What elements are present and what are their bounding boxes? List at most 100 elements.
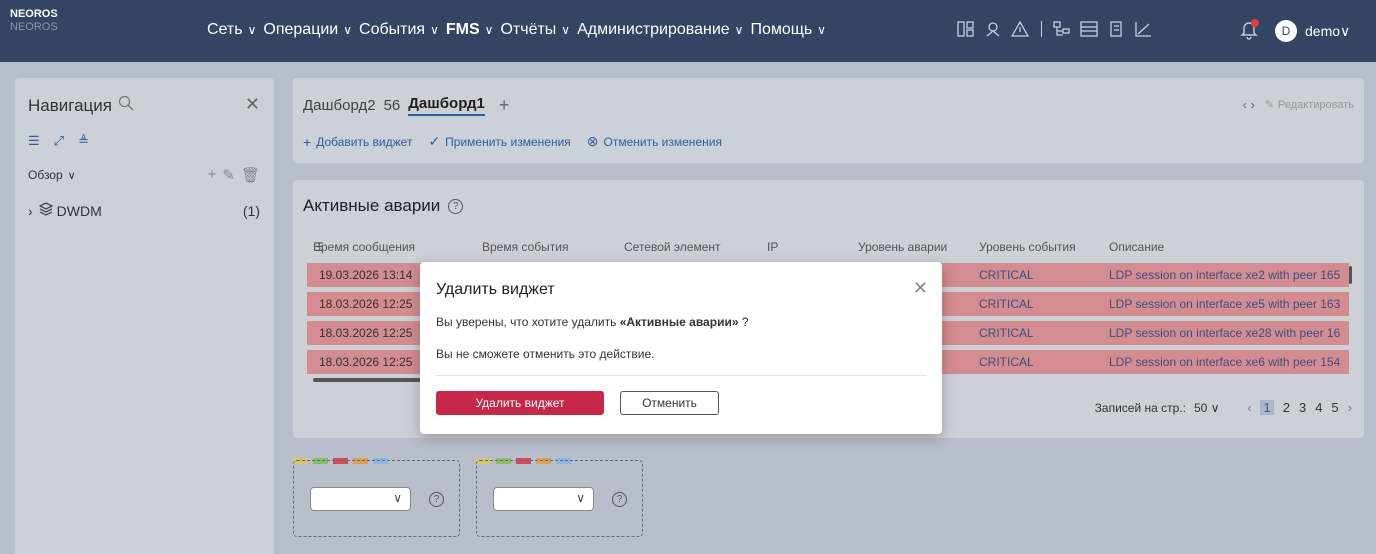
column-header[interactable]: Уровень события [979, 240, 1076, 254]
column-header[interactable]: Время события [482, 240, 568, 254]
tab-56[interactable]: 56 [384, 97, 401, 114]
top-icons [956, 19, 1160, 39]
edit-button[interactable]: Редактировать [1278, 99, 1354, 111]
vertical-scrollbar[interactable] [1349, 266, 1352, 284]
app-logo[interactable]: NEOROS NEOROS [10, 8, 58, 34]
menu-network[interactable]: Сеть ∨ [207, 21, 257, 39]
chevron-down-icon: ∨ [247, 23, 257, 37]
per-page-select[interactable]: 50 ∨ [1194, 401, 1220, 415]
edit-icon: ✎ [1264, 99, 1274, 111]
divider [436, 375, 926, 376]
delete-widget-button[interactable]: Удалить виджет [436, 391, 604, 415]
chevron-right-icon[interactable]: › [28, 203, 33, 219]
chevron-down-icon: ∨ [576, 491, 585, 505]
check-icon: ✓ [428, 133, 441, 149]
header-right: ‹ › ✎ Редактировать [1243, 97, 1355, 112]
dashboard-actions: + Добавить виджет ✓ Применить изменения ⊗ О… [303, 133, 738, 150]
overview-dropdown[interactable]: Обзор ∨ [28, 168, 76, 182]
prev-next-icon[interactable]: ‹ › [1243, 97, 1255, 112]
column-header[interactable]: Уровень аварии [858, 240, 947, 254]
empty-widget-slot: ∨ ? [293, 460, 460, 537]
page-5[interactable]: 5 [1331, 400, 1338, 415]
chevron-down-icon: ∨ [67, 169, 76, 182]
location-icon[interactable] [983, 19, 1003, 39]
next-page-icon[interactable]: › [1348, 400, 1352, 415]
dashboard-tabs: Дашборд2 56 Дашборд1 + [303, 95, 509, 116]
table-header: ☰ Время сообщения Время события Сетевой … [313, 240, 1165, 254]
chart-icon[interactable] [1133, 19, 1153, 39]
expand-icon[interactable]: ⤢ [54, 133, 64, 149]
tab-dashboard1[interactable]: Дашборд1 [408, 95, 485, 116]
menu-fms[interactable]: FMS ∨ [446, 21, 495, 39]
list-icon[interactable] [1079, 19, 1099, 39]
help-icon[interactable]: ? [612, 492, 627, 507]
menu-administration[interactable]: Администрирование ∨ [577, 21, 744, 39]
chevron-down-icon: ∨ [1340, 23, 1351, 39]
tree-item-dwdm[interactable]: › DWDM (1) [28, 202, 260, 219]
apply-changes-button[interactable]: ✓ Применить изменения [428, 133, 570, 150]
dialog-warning: Вы не сможете отменить это действие. [436, 347, 655, 361]
page-2[interactable]: 2 [1283, 400, 1290, 415]
close-icon[interactable]: ✕ [913, 278, 928, 299]
tab-dashboard2[interactable]: Дашборд2 [303, 97, 376, 114]
menu-reports[interactable]: Отчёты ∨ [500, 21, 571, 39]
tree-item-label: DWDM [56, 202, 102, 219]
chevron-down-icon: ∨ [561, 23, 571, 37]
topology-icon[interactable] [956, 19, 976, 39]
sidebar-title: Навигация [28, 95, 134, 116]
add-widget-button[interactable]: + Добавить виджет [303, 134, 412, 150]
dialog-question: Вы уверены, что хотите удалить «Активные… [436, 315, 749, 329]
chevron-down-icon: ∨ [343, 23, 353, 37]
delete-icon[interactable]: 🗑 [241, 166, 260, 184]
menu-help[interactable]: Помощь ∨ [750, 21, 827, 39]
layers-icon [38, 202, 54, 219]
logo-subtext: NEOROS [10, 21, 58, 33]
page-3[interactable]: 3 [1299, 400, 1306, 415]
tree-item-count: (1) [242, 202, 260, 219]
cancel-button[interactable]: Отменить [620, 391, 719, 415]
cancel-changes-button[interactable]: ⊗ Отменить изменения [587, 133, 722, 150]
main-menu: Сеть ∨ Операции ∨ События ∨ FMS ∨ Отчёты ∨ Ад… [207, 21, 833, 39]
hierarchy-icon[interactable] [1052, 19, 1072, 39]
column-header[interactable]: Описание [1109, 240, 1164, 254]
edit-icon[interactable]: ✎ [222, 166, 235, 184]
column-header[interactable]: IP [767, 240, 778, 254]
add-icon[interactable]: + [208, 166, 217, 184]
widget-type-select[interactable]: ∨ [310, 487, 411, 511]
widget-title: Активные аварии ? [303, 196, 464, 216]
collapse-icon[interactable]: ≜ [78, 133, 89, 149]
chevron-down-icon: ∨ [393, 491, 402, 505]
help-icon[interactable]: ? [429, 492, 444, 507]
empty-widget-slot: ∨ ? [476, 460, 643, 537]
close-icon[interactable]: ✕ [245, 94, 260, 115]
avatar[interactable]: D [1275, 20, 1297, 42]
dashboard-header: Дашборд2 56 Дашборд1 + ‹ › ✎ Редактирова… [293, 78, 1364, 163]
per-page-label: Записей на стр.: [1094, 400, 1186, 415]
warning-icon[interactable] [1010, 19, 1030, 39]
list-view-icon[interactable]: ☰ [28, 133, 40, 149]
add-tab-icon[interactable]: + [499, 95, 510, 116]
search-icon[interactable] [118, 95, 134, 116]
cancel-circle-icon: ⊗ [586, 133, 599, 149]
sidebar-tools: ☰ ⤢ ≜ [28, 133, 103, 149]
page-4[interactable]: 4 [1315, 400, 1322, 415]
menu-events[interactable]: События ∨ [359, 21, 440, 39]
prev-page-icon[interactable]: ‹ [1247, 401, 1251, 415]
column-header[interactable]: Сетевой элемент [624, 240, 721, 254]
widget-type-select[interactable]: ∨ [493, 487, 594, 511]
notification-dot [1251, 19, 1259, 27]
top-bar: NEOROS NEOROS Сеть ∨ Операции ∨ События ∨ F… [0, 0, 1376, 62]
chevron-down-icon: ∨ [430, 23, 439, 37]
plus-icon: + [303, 133, 312, 150]
delete-widget-dialog: Удалить виджет ✕ Вы уверены, что хотите … [420, 262, 942, 434]
chevron-down-icon: ∨ [734, 23, 744, 37]
divider [1041, 21, 1042, 37]
user-menu[interactable]: demo∨ [1305, 23, 1350, 40]
dialog-title: Удалить виджет [436, 281, 555, 298]
chevron-down-icon: ∨ [1210, 400, 1220, 415]
help-icon[interactable]: ? [448, 198, 464, 214]
bell-icon[interactable] [1238, 18, 1260, 40]
page-1[interactable]: 1 [1260, 400, 1274, 415]
inventory-icon[interactable] [1106, 19, 1126, 39]
menu-operations[interactable]: Операции ∨ [263, 21, 353, 39]
